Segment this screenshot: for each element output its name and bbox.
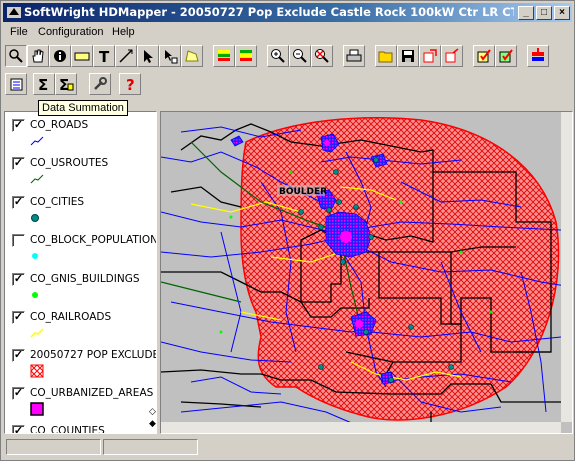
close-button[interactable]: ×: [554, 6, 570, 20]
layer-checkbox[interactable]: ✓: [12, 349, 25, 362]
app-window: SoftWright HDMapper - 20050727 Pop Exclu…: [0, 0, 575, 461]
svg-text:?: ?: [126, 76, 135, 92]
sum-selected-icon[interactable]: Σ: [55, 73, 77, 95]
zoom-select-icon[interactable]: [5, 45, 27, 67]
layer-checkbox[interactable]: ✓: [12, 196, 25, 209]
polygon-icon[interactable]: [181, 45, 203, 67]
label-icon[interactable]: [71, 45, 93, 67]
layers-icon[interactable]: [213, 45, 235, 67]
line-symbol-icon: [30, 174, 44, 184]
open-folder-icon[interactable]: [375, 45, 397, 67]
layer-list-panel[interactable]: ✓ CO_ROADS ✓ CO_USROUTES ✓ CO_CITIES CO_…: [4, 111, 157, 434]
layer-name: CO_RAILROADS: [30, 311, 112, 323]
fill-symbol-icon: [30, 402, 44, 416]
zoom-in-icon[interactable]: [267, 45, 289, 67]
print-icon[interactable]: [343, 45, 365, 67]
zoom-out-icon[interactable]: [289, 45, 311, 67]
legend-icon[interactable]: [5, 73, 27, 95]
menu-configuration[interactable]: Configuration: [38, 26, 103, 38]
hatch-symbol-icon: [30, 364, 44, 378]
menu-file[interactable]: File: [10, 26, 28, 38]
layer-co-usroutes: ✓ CO_USROUTES: [12, 157, 156, 195]
status-panel-2: [103, 439, 198, 455]
layer-name: CO_ROADS: [30, 119, 89, 131]
minimize-button[interactable]: _: [518, 6, 534, 20]
layer-name: CO_USROUTES: [30, 157, 109, 169]
layer-co-gnis-buildings: ✓ CO_GNIS_BUILDINGS: [12, 273, 156, 311]
layer-pop-exclude: ✓ 20050727 POP EXCLUDE: [12, 349, 157, 387]
toolbar-main: T: [3, 42, 572, 70]
menu-bar: File Configuration Help: [3, 23, 572, 41]
city-label-boulder: BOULDER: [279, 187, 327, 197]
line-symbol-icon: [30, 136, 44, 146]
svg-text:Σ: Σ: [38, 76, 48, 92]
layer-co-block-population: CO_BLOCK_POPULATION: [12, 234, 157, 272]
layer-co-roads: ✓ CO_ROADS: [12, 119, 156, 157]
window-title: SoftWright HDMapper - 20050727 Pop Exclu…: [24, 5, 514, 19]
maximize-button[interactable]: □: [536, 6, 552, 20]
pan-hand-icon[interactable]: [27, 45, 49, 67]
layer-name: CO_GNIS_BUILDINGS: [30, 273, 140, 285]
save-icon[interactable]: [397, 45, 419, 67]
check-tool-icon[interactable]: [473, 45, 495, 67]
text-icon[interactable]: T: [93, 45, 115, 67]
app-icon: [7, 7, 21, 18]
layer-checkbox[interactable]: [12, 234, 25, 247]
help-icon[interactable]: ?: [119, 73, 141, 95]
export-alt-icon[interactable]: [441, 45, 463, 67]
svg-text:T: T: [99, 48, 110, 64]
export-icon[interactable]: [419, 45, 441, 67]
layer-checkbox[interactable]: ✓: [12, 311, 25, 324]
pointer-icon[interactable]: [137, 45, 159, 67]
layer-name: CO_COUNTIES: [30, 425, 105, 434]
zoom-extent-icon[interactable]: [311, 45, 333, 67]
info-icon[interactable]: [49, 45, 71, 67]
tools-icon[interactable]: [89, 73, 111, 95]
layer-co-railroads: ✓ CO_RAILROADS: [12, 311, 156, 349]
move-up-icon[interactable]: ◇: [149, 406, 156, 417]
layer-checkbox[interactable]: ✓: [12, 157, 25, 170]
layer-co-urbanized-areas: ✓ CO_URBANIZED_AREAS ◇ ◆: [12, 387, 156, 428]
dot-symbol-icon: [32, 253, 38, 259]
layer-co-counties: ✓ CO_COUNTIES: [12, 425, 156, 434]
toolbar-secondary: Σ Σ ?: [3, 70, 572, 98]
check-alt-icon[interactable]: [495, 45, 517, 67]
layers-alt-icon[interactable]: [235, 45, 257, 67]
status-panel-1: [6, 439, 101, 455]
title-bar[interactable]: SoftWright HDMapper - 20050727 Pop Exclu…: [3, 3, 572, 22]
line-icon[interactable]: [115, 45, 137, 67]
layer-name: CO_URBANIZED_AREAS: [30, 387, 154, 399]
add-layer-icon[interactable]: [527, 45, 549, 67]
layer-checkbox[interactable]: ✓: [12, 387, 25, 400]
layer-co-cities: ✓ CO_CITIES: [12, 196, 156, 234]
map-canvas[interactable]: BOULDER: [160, 111, 573, 434]
coverage-area: [240, 117, 560, 421]
layer-checkbox[interactable]: ✓: [12, 119, 25, 132]
dot-symbol-icon: [32, 292, 38, 298]
horizontal-scrollbar[interactable]: [161, 422, 561, 433]
layer-checkbox[interactable]: ✓: [12, 273, 25, 286]
layer-name: 20050727 POP EXCLUDE: [30, 349, 157, 361]
status-bar: [3, 437, 572, 457]
vertical-scrollbar[interactable]: [561, 112, 572, 422]
sum-icon[interactable]: Σ: [33, 73, 55, 95]
layer-name: CO_CITIES: [30, 196, 85, 208]
tooltip: Data Summation: [38, 100, 128, 116]
edit-pointer-icon[interactable]: [159, 45, 181, 67]
line-symbol-icon: [30, 328, 44, 338]
menu-help[interactable]: Help: [112, 26, 135, 38]
dot-symbol-icon: [31, 214, 39, 222]
layer-checkbox[interactable]: ✓: [12, 425, 25, 433]
layer-name: CO_BLOCK_POPULATION: [30, 234, 157, 246]
